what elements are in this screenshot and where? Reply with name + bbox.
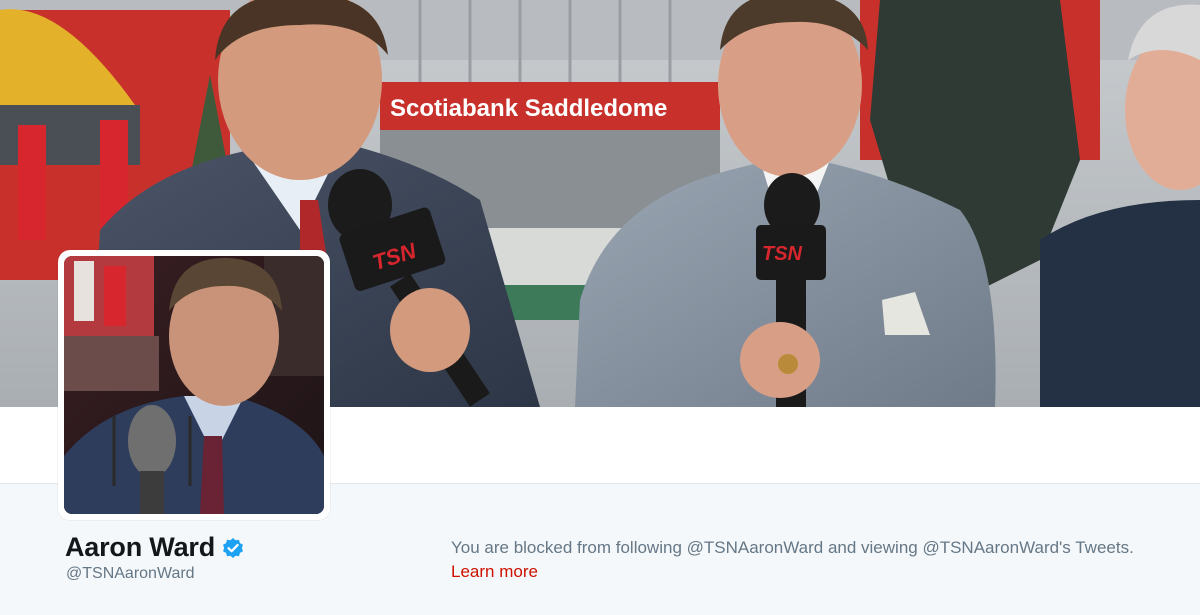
avatar-photo	[64, 256, 324, 514]
arena-sign-text: Scotiabank Saddledome	[390, 95, 667, 122]
blocked-message: You are blocked from following @TSNAaron…	[451, 538, 1134, 557]
profile-avatar[interactable]	[58, 250, 330, 520]
learn-more-link[interactable]: Learn more	[451, 562, 538, 582]
display-name[interactable]: Aaron Ward	[65, 532, 215, 563]
profile-page: Scotiabank Saddledome TSN TSN Aaron Ward…	[0, 0, 1200, 615]
verified-badge-icon	[222, 537, 244, 559]
profile-handle[interactable]: @TSNAaronWard	[66, 565, 195, 583]
profile-name-row: Aaron Ward	[65, 532, 244, 563]
mic-logo-right: TSN	[762, 243, 803, 265]
